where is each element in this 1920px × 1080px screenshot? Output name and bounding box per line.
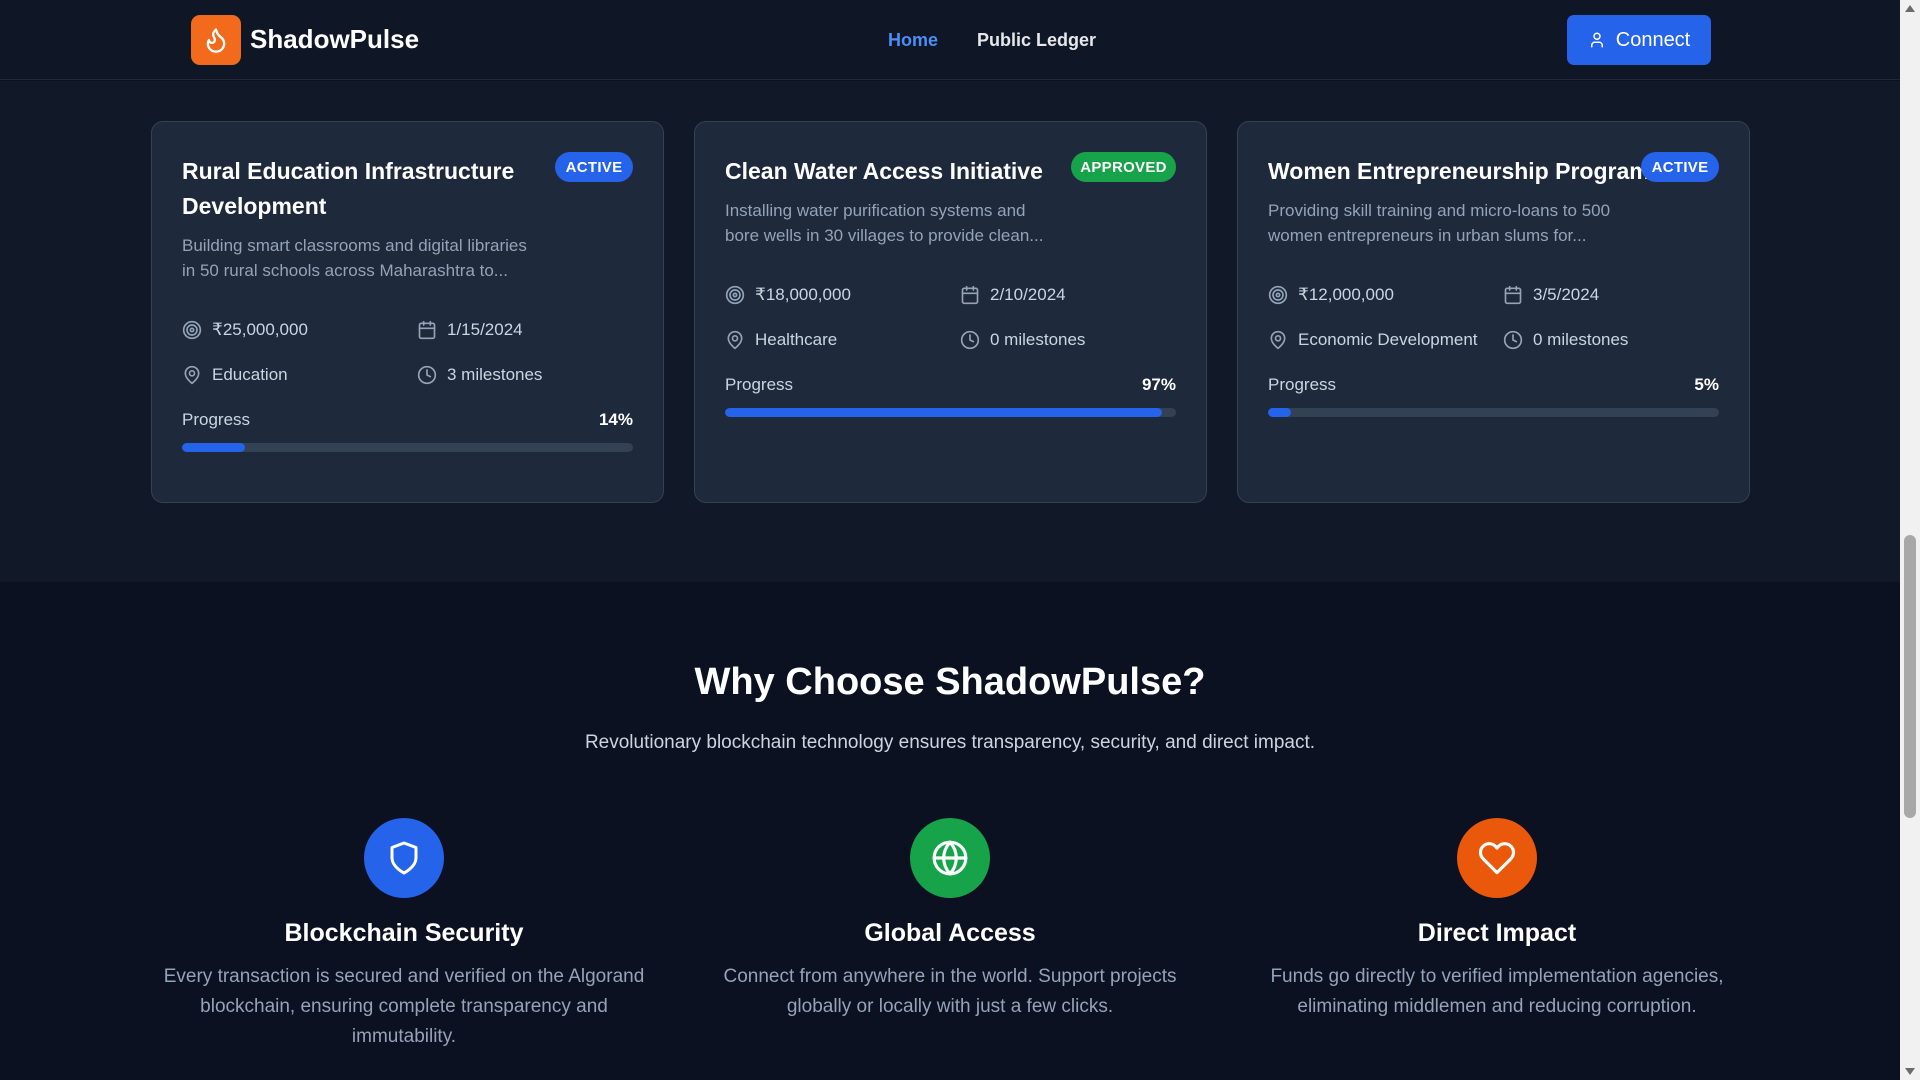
section-subtitle: Revolutionary blockchain technology ensu… [584,732,1316,753]
project-milestones: 3 milestones [417,365,542,385]
project-category: Economic Development [1268,330,1478,350]
progress-label: Progress [725,375,794,394]
feature-blockchain-security: Blockchain Security Every transaction is… [144,818,664,1052]
feature-title: Blockchain Security [284,919,524,947]
shield-icon [364,818,444,898]
project-date: 1/15/2024 [417,320,523,340]
calendar-icon [1504,285,1522,305]
project-date: 3/5/2024 [1503,285,1599,305]
feature-description: Funds go directly to verified implementa… [1270,966,1724,1017]
heart-icon [1457,818,1537,898]
feature-title: Global Access [864,919,1036,947]
progress-fill [725,408,1163,417]
map-pin-icon [184,365,200,385]
top-navbar: ShadowPulse Home Public Ledger Connect [0,0,1900,80]
status-badge: ACTIVE [1641,152,1719,182]
status-badge: APPROVED [1071,152,1176,182]
clock-icon [417,365,437,385]
clock-icon [960,330,980,350]
project-title: Clean Water Access Initiative [725,158,1043,184]
progress-percent: 97% [1141,375,1176,394]
brand-name[interactable]: ShadowPulse [250,24,419,55]
progress-bar [1268,408,1719,417]
flame-logo-icon[interactable] [191,15,241,65]
nav-link-public-ledger[interactable]: Public Ledger [977,30,1096,51]
progress-percent: 14% [598,410,633,429]
target-icon [1268,285,1288,305]
scroll-down-arrow-icon[interactable] [1905,1068,1915,1075]
project-description: Building smart classrooms and digital li… [182,236,527,280]
target-icon [725,285,745,305]
user-icon [1590,32,1603,48]
target-icon [182,320,202,340]
project-description: Installing water purification systems an… [725,201,1044,245]
nav-link-home[interactable]: Home [888,30,938,51]
scrollbar-thumb[interactable] [1904,535,1916,818]
scroll-up-arrow-icon[interactable] [1905,5,1915,12]
section-title: Why Choose ShadowPulse? [694,661,1206,703]
feature-global-access: Global Access Connect from anywhere in t… [690,818,1210,1022]
clock-icon [1503,330,1523,350]
map-pin-icon [727,330,743,350]
progress-bar [182,443,633,452]
project-category: Education [182,365,288,385]
project-title: Women Entrepreneurship Program [1268,158,1650,184]
calendar-icon [961,285,979,305]
project-amount: ₹25,000,000 [182,320,308,340]
progress-label: Progress [182,410,251,429]
project-milestones: 0 milestones [960,330,1085,350]
feature-description: Every transaction is secured and verifie… [163,966,645,1047]
project-card[interactable]: Women Entrepreneurship Program ACTIVE Pr… [1237,121,1750,503]
project-milestones: 0 milestones [1503,330,1628,350]
status-badge: ACTIVE [555,152,633,182]
progress-percent: 5% [1694,375,1719,394]
globe-icon [910,818,990,898]
page-scrollbar[interactable] [1900,0,1920,1080]
project-date: 2/10/2024 [960,285,1066,305]
connect-label: Connect [1615,28,1691,51]
progress-fill [1268,408,1291,417]
project-description: Providing skill training and micro-loans… [1268,201,1611,245]
map-pin-icon [1270,330,1286,350]
connect-button[interactable]: Connect [1567,15,1711,65]
project-category: Healthcare [725,330,837,350]
feature-description: Connect from anywhere in the world. Supp… [723,966,1177,1017]
project-amount: ₹18,000,000 [725,285,851,305]
feature-title: Direct Impact [1417,919,1577,947]
feature-direct-impact: Direct Impact Funds go directly to verif… [1237,818,1757,1022]
project-title: Rural Education Infrastructure Developme… [182,158,515,219]
project-card[interactable]: Clean Water Access Initiative APPROVED I… [694,121,1207,503]
project-card[interactable]: Rural Education Infrastructure Developme… [151,121,664,503]
project-amount: ₹12,000,000 [1268,285,1394,305]
progress-label: Progress [1268,375,1337,394]
progress-fill [182,443,246,452]
calendar-icon [418,320,436,340]
progress-bar [725,408,1176,417]
